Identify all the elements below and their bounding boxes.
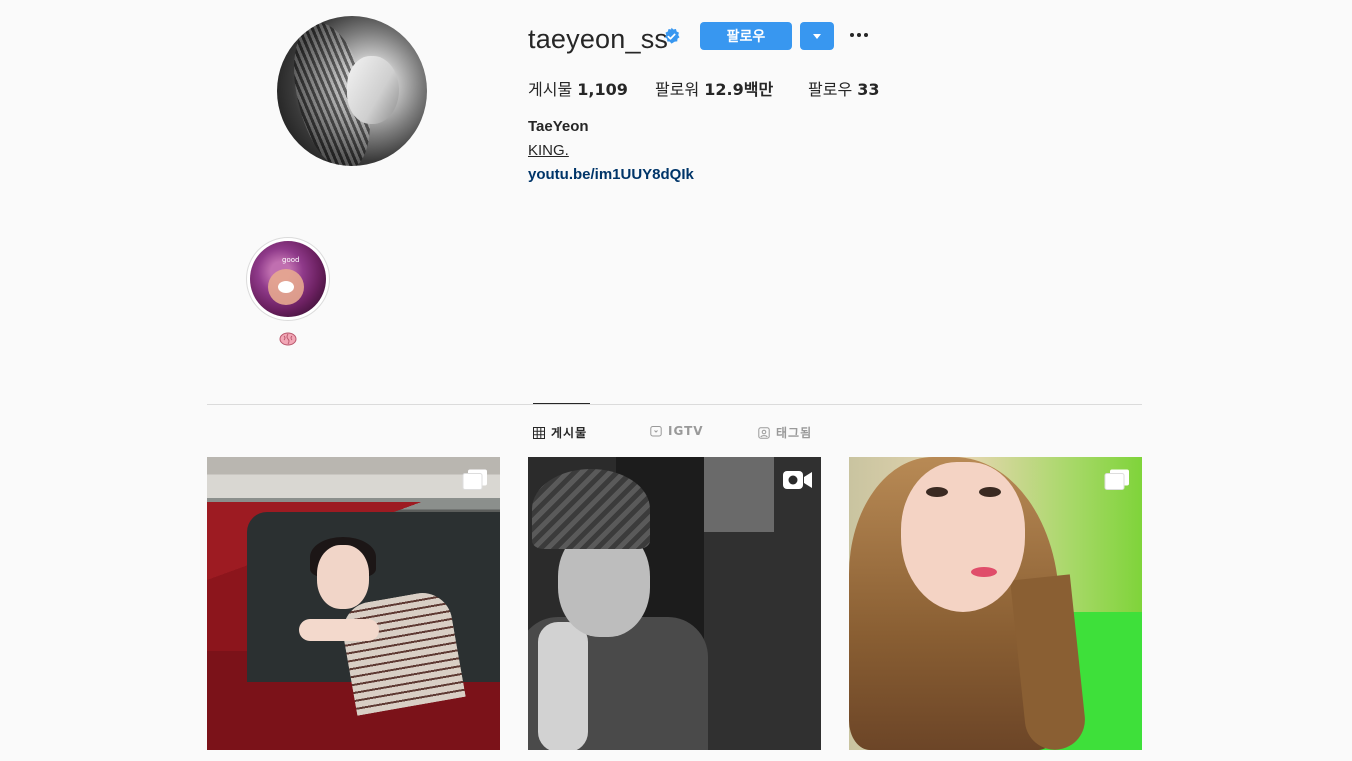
more-options-icon[interactable] <box>848 24 870 46</box>
profile-username: taeyeon_ss <box>528 24 669 54</box>
profile-full-name: TaeYeon <box>528 118 589 135</box>
tagged-icon <box>758 426 770 439</box>
posts-count-label: 게시물 <box>528 80 573 99</box>
follow-button[interactable]: 팔로우 <box>700 22 792 50</box>
profile-external-link[interactable]: youtu.be/im1UUY8dQIk <box>528 166 694 183</box>
tab-igtv-label: IGTV <box>668 424 704 438</box>
tabs-divider <box>207 404 1142 405</box>
verified-badge-icon <box>665 27 680 44</box>
tab-posts[interactable]: 게시물 <box>533 424 587 441</box>
post-thumbnail[interactable] <box>528 457 821 750</box>
following-count-value: 33 <box>857 80 880 99</box>
following-count-label: 팔로우 <box>808 80 853 99</box>
video-icon <box>783 471 812 489</box>
profile-bio: KING. <box>528 142 569 159</box>
followers-count[interactable]: 팔로워 12.9백만 <box>655 76 773 100</box>
tab-igtv[interactable]: IGTV <box>650 424 704 438</box>
carousel-icon <box>462 469 487 490</box>
brain-icon <box>279 332 297 346</box>
posts-count-value: 1,109 <box>577 80 628 99</box>
post-thumbnail[interactable] <box>849 457 1142 750</box>
following-count[interactable]: 팔로우 33 <box>808 76 880 100</box>
tab-tagged-label: 태그됨 <box>776 426 813 440</box>
igtv-icon <box>650 426 662 437</box>
caret-down-icon <box>813 33 821 39</box>
profile-page: taeyeon_ss 팔로우 게시물 1,109 팔로워 12.9백만 팔로우 … <box>0 0 1352 761</box>
post-thumbnail[interactable] <box>207 457 500 750</box>
tab-posts-label: 게시물 <box>551 426 588 440</box>
carousel-icon <box>1104 469 1129 490</box>
story-highlight-image-text: good <box>282 256 300 264</box>
followers-count-label: 팔로워 <box>655 80 700 99</box>
grid-icon <box>533 426 545 439</box>
followers-count-value: 12.9백만 <box>704 80 774 99</box>
profile-avatar[interactable] <box>277 16 427 166</box>
posts-count: 게시물 1,109 <box>528 76 628 100</box>
story-highlight-label[interactable] <box>278 332 298 348</box>
suggestions-dropdown-button[interactable] <box>800 22 834 50</box>
active-tab-indicator <box>533 403 590 404</box>
tab-tagged[interactable]: 태그됨 <box>758 424 812 441</box>
story-highlight-image[interactable] <box>250 241 326 317</box>
